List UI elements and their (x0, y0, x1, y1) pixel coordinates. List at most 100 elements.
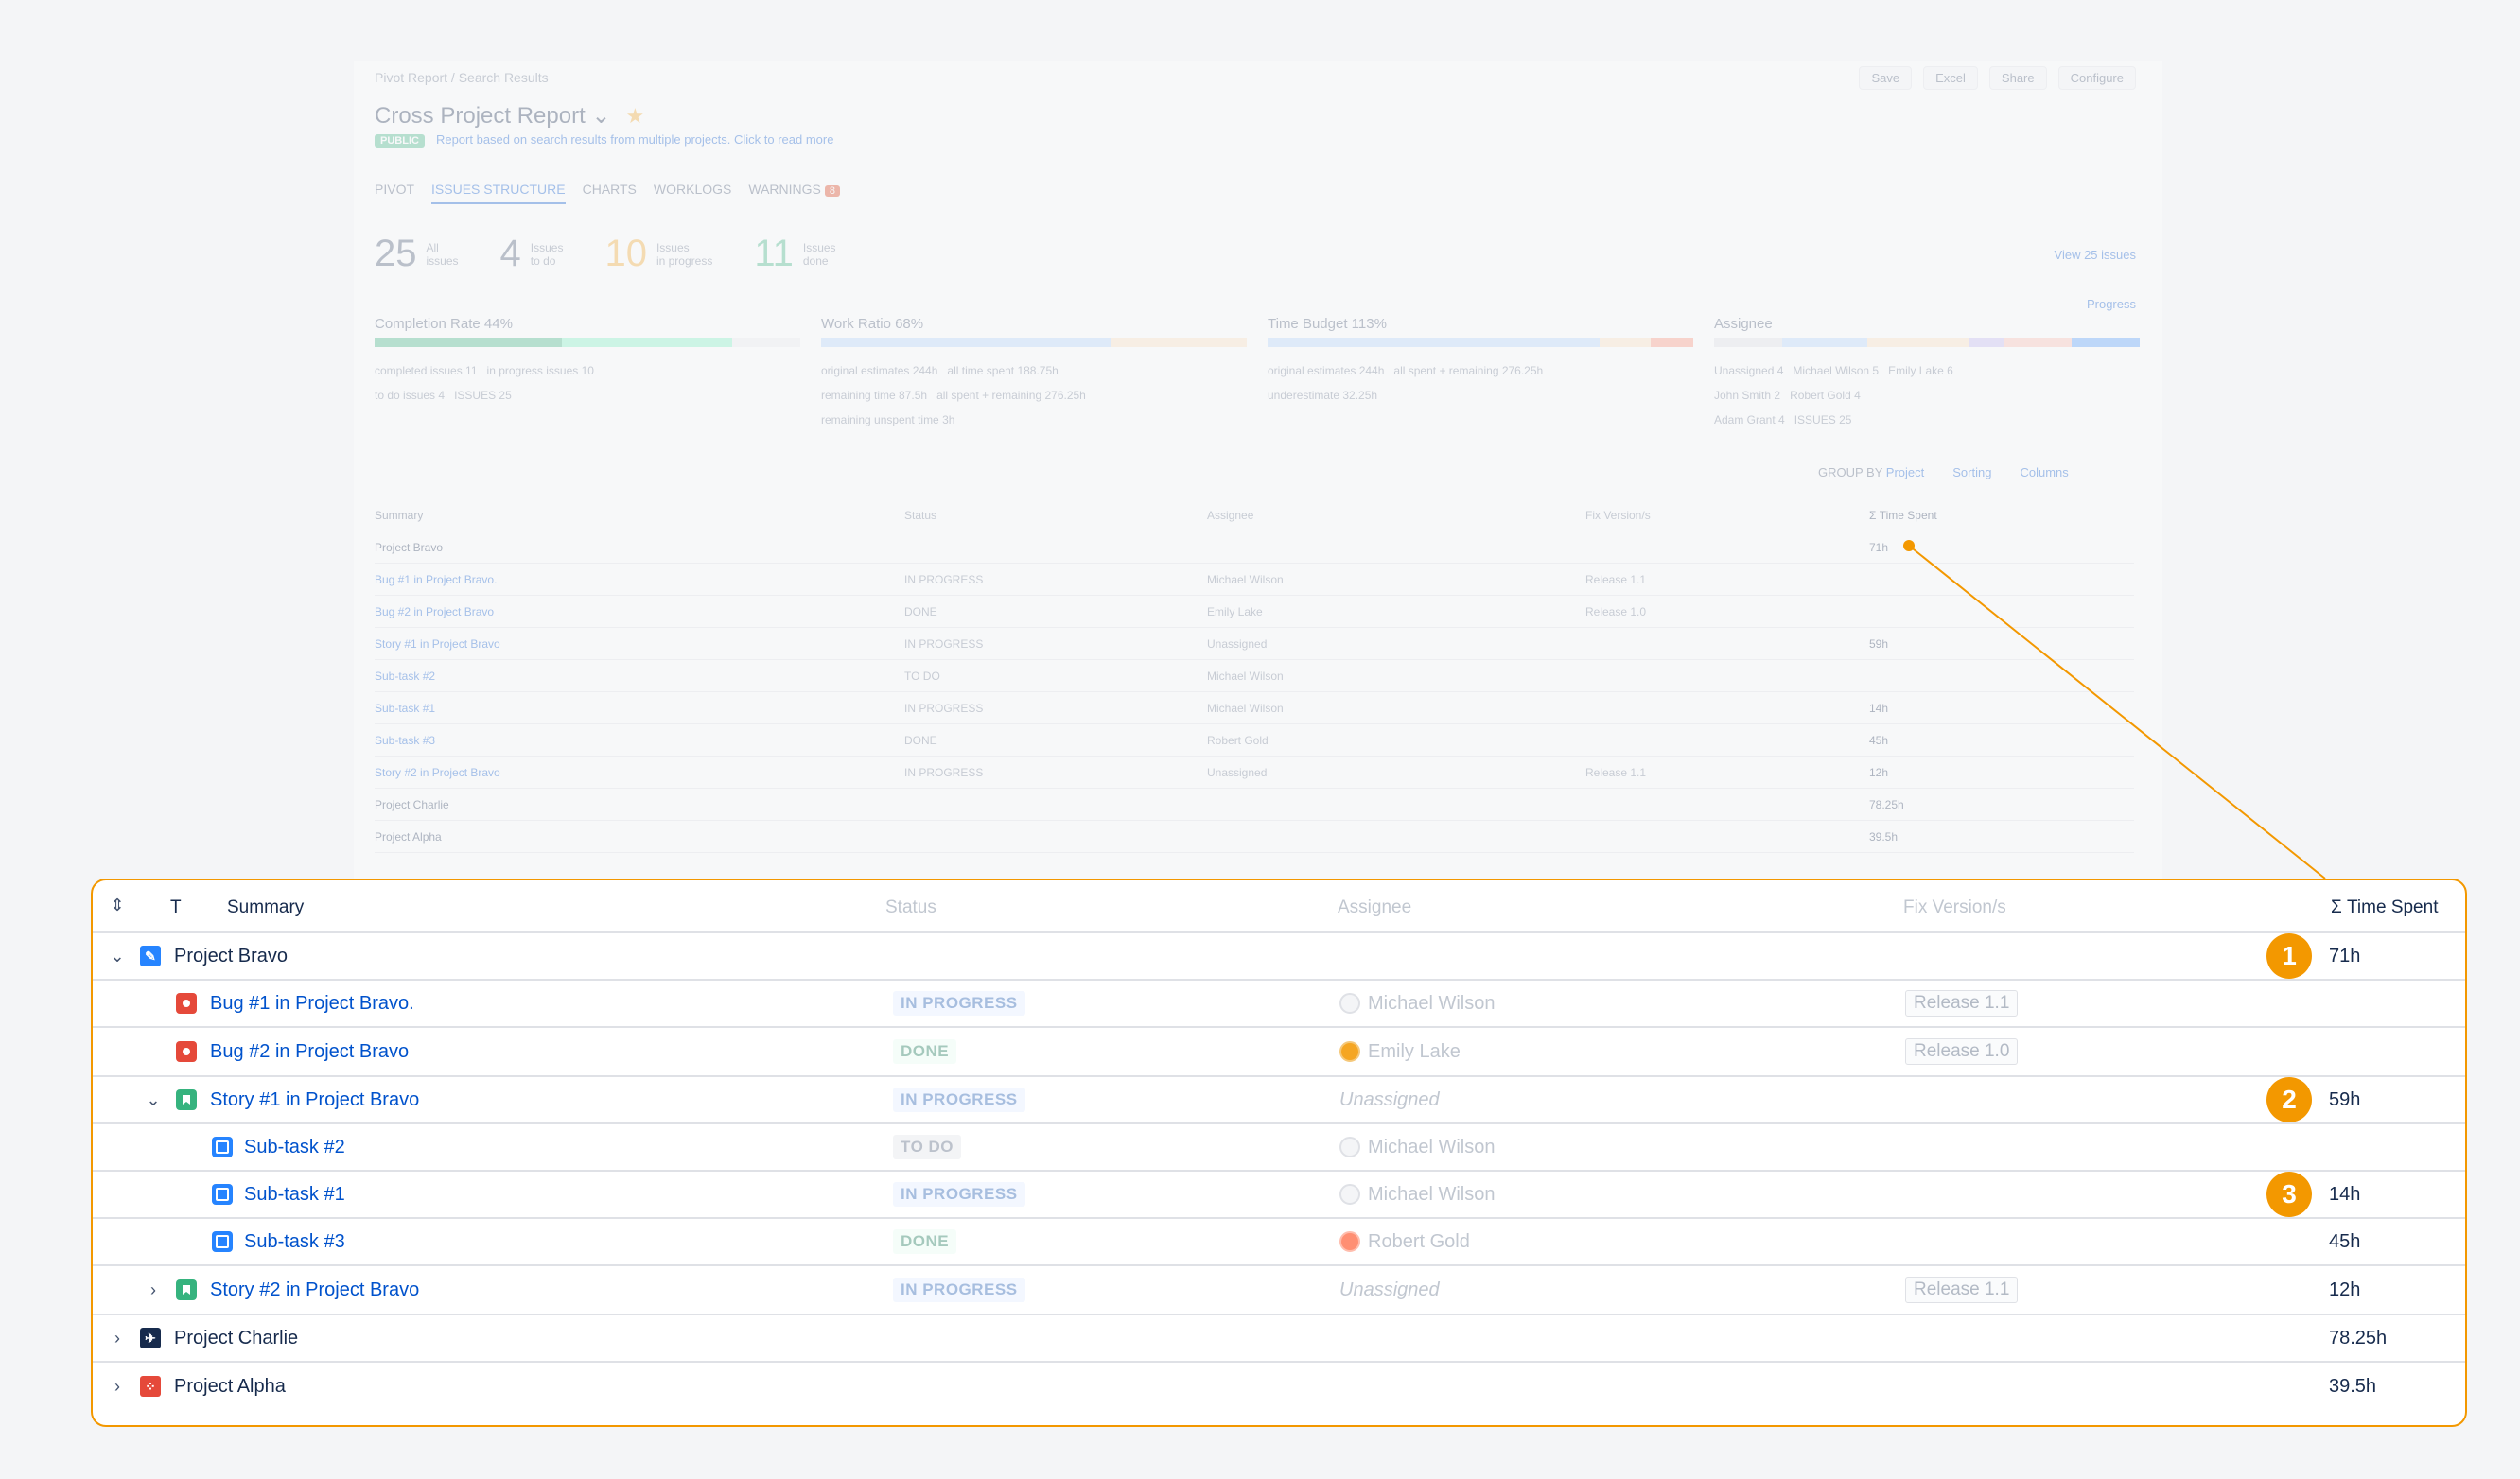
row-summary[interactable]: Project Charlie (174, 1328, 298, 1349)
chevron-right-icon[interactable]: › (106, 1377, 129, 1397)
stat-label-line: done (802, 253, 829, 268)
bar-segment (1867, 338, 1969, 347)
assignee-name: Michael Wilson (1368, 1136, 1496, 1157)
report-description[interactable]: Report based on search results from mult… (436, 132, 834, 147)
chevron-right-icon[interactable]: › (142, 1280, 165, 1300)
row-summary[interactable]: Bug #2 in Project Bravo (210, 1041, 409, 1063)
row-time-spent: 12h (2329, 1279, 2361, 1300)
row-summary[interactable]: Bug #1 in Project Bravo. (210, 993, 414, 1015)
header-status[interactable]: Status (885, 897, 936, 918)
stat-number: 10 (604, 233, 647, 274)
group-by-select[interactable]: Project (1886, 465, 1924, 479)
header-time-spent[interactable]: Σ Time Spent (2331, 897, 2438, 918)
mini-cell-time: 45h (1869, 733, 1889, 747)
mini-header-summary: Summary (375, 508, 424, 522)
tab-worklogs[interactable]: WORKLOGS (654, 182, 731, 204)
mini-cell-assignee: Michael Wilson (1207, 701, 1284, 715)
mini-row[interactable]: Bug #2 in Project Bravo DONE Emily Lake Rel… (375, 596, 2134, 628)
save-button[interactable]: Save (1859, 66, 1913, 90)
header-assignee[interactable]: Assignee (1338, 897, 1411, 918)
table-row-project-alpha[interactable]: › ⁘ Project Alpha 39.5h (93, 1363, 2465, 1410)
legend-item: ISSUES 25 (454, 389, 512, 402)
fix-version-tag[interactable]: Release 1.0 (1905, 1038, 2019, 1065)
columns-button[interactable]: Columns (2020, 465, 2068, 479)
mini-row[interactable]: Story #1 in Project Bravo IN PROGRESS Unas… (375, 628, 2134, 660)
chevron-down-icon[interactable]: ⌄ (106, 947, 129, 966)
mini-cell-summary: Bug #2 in Project Bravo (375, 604, 495, 618)
row-summary[interactable]: Project Bravo (174, 946, 288, 967)
mini-row[interactable]: Project Alpha 39.5h (375, 821, 2134, 853)
row-time-spent: 39.5h (2329, 1375, 2377, 1397)
tab-pivot[interactable]: PIVOT (375, 182, 414, 204)
mini-cell-time: 71h (1869, 540, 1889, 554)
completion-bar (375, 338, 800, 347)
mini-row[interactable]: Sub-task #2 TO DO Michael Wilson (375, 660, 2134, 692)
configure-button[interactable]: Configure (2057, 66, 2136, 90)
row-summary[interactable]: Sub-task #3 (244, 1231, 345, 1253)
mini-row[interactable]: Project Bravo 71h (375, 531, 2134, 564)
row-time-spent: 59h (2329, 1088, 2361, 1110)
row-time-spent: 78.25h (2329, 1327, 2388, 1348)
stat-todo[interactable]: 4 Issues to do (500, 233, 564, 275)
mini-row[interactable]: Bug #1 in Project Bravo. IN PROGRESS Micha… (375, 564, 2134, 596)
legend-item: remaining unspent time 3h (821, 413, 955, 426)
chevron-right-icon[interactable]: › (106, 1329, 129, 1348)
mini-header-fix-version: Fix Version/s (1585, 508, 1651, 522)
callout-badge-1: 1 (2266, 933, 2312, 979)
mini-row[interactable]: Story #2 in Project Bravo IN PROGRESS Unas… (375, 757, 2134, 789)
progress-select[interactable]: Progress (2087, 297, 2136, 311)
table-row-story-2[interactable]: › Story #2 in Project Bravo IN PROGRESS … (93, 1266, 2465, 1315)
page-title[interactable]: Cross Project Report ⌄ ★ (375, 102, 644, 130)
row-time-spent: 71h (2329, 945, 2361, 966)
mini-cell-summary: Sub-task #2 (375, 669, 436, 683)
table-row-subtask-3[interactable]: Sub-task #3 DONE Robert Gold 45h (93, 1219, 2465, 1266)
project-charlie-icon: ✈ (140, 1328, 161, 1348)
mini-row[interactable]: Project Charlie 78.25h (375, 789, 2134, 821)
table-row-bug-1[interactable]: Bug #1 in Project Bravo. IN PROGRESS Mic… (93, 981, 2465, 1028)
header-summary[interactable]: Summary (227, 897, 304, 918)
story-icon (176, 1089, 197, 1110)
panel-title: Time Budget 113% (1268, 316, 1387, 332)
tab-charts[interactable]: CHARTS (583, 182, 637, 204)
header-fix-version[interactable]: Fix Version/s (1903, 897, 2006, 918)
row-summary[interactable]: Story #2 in Project Bravo (210, 1279, 419, 1301)
tab-warnings[interactable]: WARNINGS 8 (748, 182, 840, 204)
fix-version-tag[interactable]: Release 1.1 (1905, 990, 2019, 1017)
row-summary[interactable]: Project Alpha (174, 1376, 286, 1398)
mini-cell-assignee: Unassigned (1207, 636, 1268, 651)
row-summary[interactable]: Story #1 in Project Bravo (210, 1089, 419, 1111)
table-row-project-charlie[interactable]: › ✈ Project Charlie 78.25h (93, 1315, 2465, 1363)
star-icon[interactable]: ★ (626, 104, 645, 128)
panel-title: Completion Rate 44% (375, 316, 513, 332)
mini-row[interactable]: Sub-task #1 IN PROGRESS Michael Wilson 14h (375, 692, 2134, 724)
mini-row[interactable]: Sub-task #3 DONE Robert Gold 45h (375, 724, 2134, 757)
legend-item: John Smith 2 (1714, 389, 1781, 402)
chevron-down-icon[interactable]: ⌄ (142, 1090, 165, 1110)
sorting-button[interactable]: Sorting (1952, 465, 1991, 479)
tab-issues-structure[interactable]: ISSUES STRUCTURE (431, 182, 566, 204)
stat-label: Issues done (803, 241, 836, 268)
expand-collapse-all-icon[interactable]: ⇕ (106, 896, 129, 915)
stat-done[interactable]: 11 Issues done (754, 233, 835, 275)
mini-cell-summary: Bug #1 in Project Bravo. (375, 572, 498, 586)
excel-button[interactable]: Excel (1923, 66, 1978, 90)
chevron-down-icon[interactable]: ⌄ (591, 103, 610, 129)
stat-in-progress[interactable]: 10 Issues in progress (604, 233, 712, 275)
table-row-project-bravo[interactable]: ⌄ ✎ Project Bravo 1 71h (93, 933, 2465, 981)
callout-badge-3: 3 (2266, 1172, 2312, 1217)
header-type[interactable]: T (170, 897, 182, 918)
table-row-bug-2[interactable]: Bug #2 in Project Bravo DONE Emily Lake … (93, 1028, 2465, 1077)
fix-version-tag[interactable]: Release 1.1 (1905, 1277, 2019, 1303)
row-summary[interactable]: Sub-task #2 (244, 1137, 345, 1158)
table-row-subtask-2[interactable]: Sub-task #2 TO DO Michael Wilson (93, 1124, 2465, 1172)
share-button[interactable]: Share (1988, 66, 2047, 90)
row-summary[interactable]: Sub-task #1 (244, 1184, 345, 1206)
public-badge: PUBLIC (375, 134, 425, 148)
breadcrumb[interactable]: Pivot Report / Search Results (375, 70, 549, 85)
table-row-story-1[interactable]: ⌄ Story #1 in Project Bravo IN PROGRESS … (93, 1077, 2465, 1124)
table-row-subtask-1[interactable]: Sub-task #1 IN PROGRESS Michael Wilson 3… (93, 1172, 2465, 1219)
stat-all[interactable]: 25 All issues (375, 233, 459, 275)
view-all-link[interactable]: View 25 issues (2055, 248, 2136, 262)
mini-issues-table: Summary Status Assignee Fix Version/s Σ … (375, 499, 2134, 853)
legend-item: Emily Lake 6 (1888, 364, 1953, 377)
